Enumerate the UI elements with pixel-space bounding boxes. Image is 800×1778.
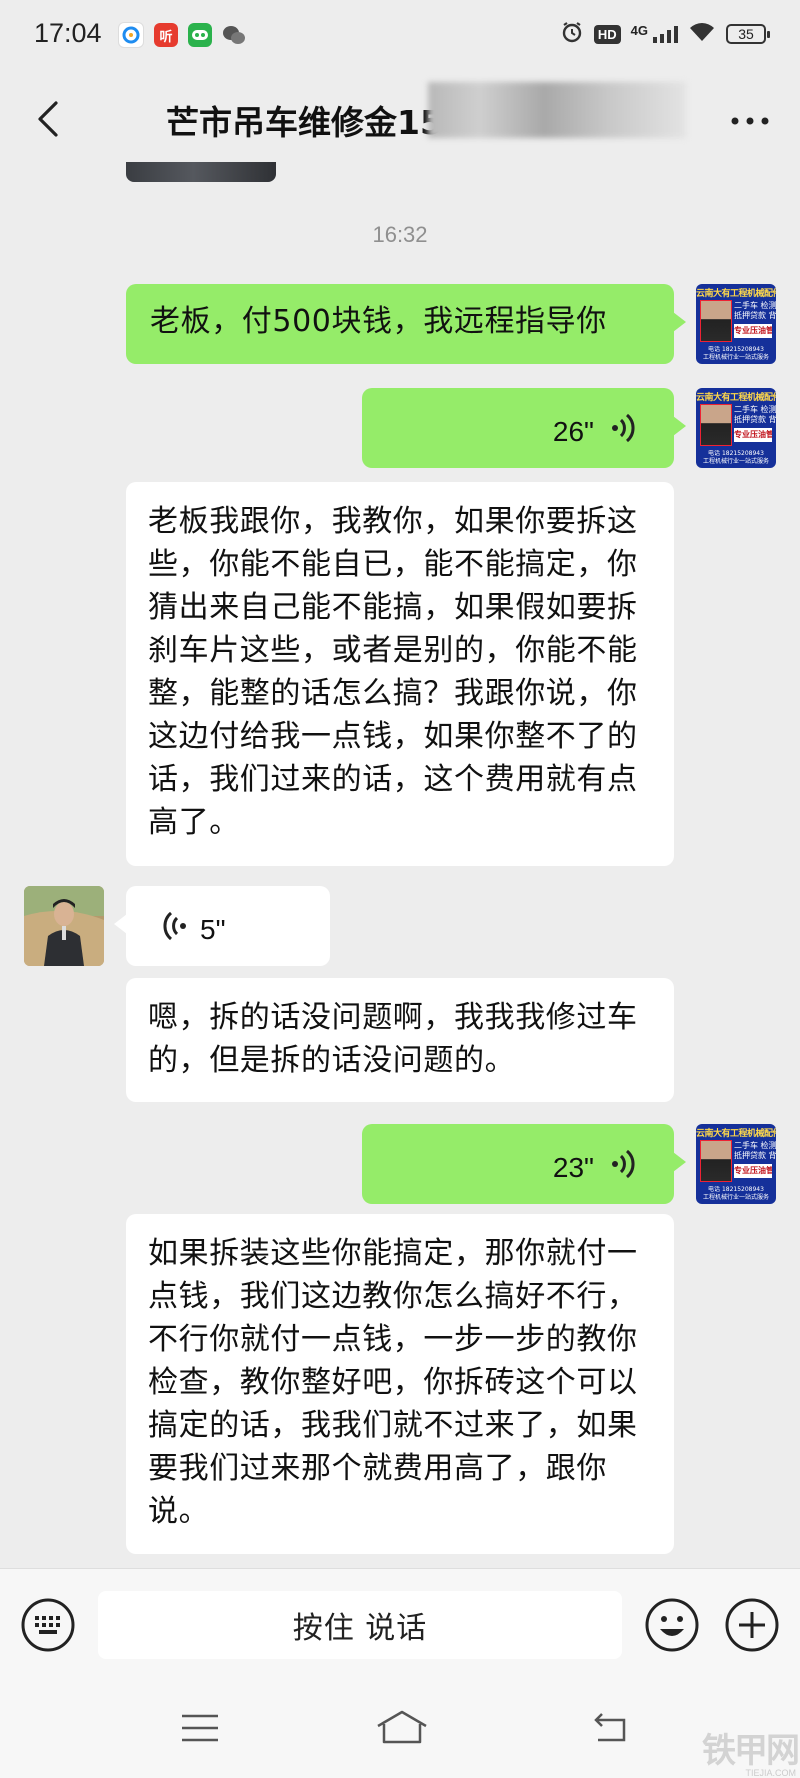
hd-badge: HD (593, 24, 621, 44)
transcript-text: 嗯，拆的话没问题啊，我我我修过车的，但是拆的话没问题的。 (148, 1000, 638, 1078)
my-avatar[interactable]: 云南大有工程机械配件 二手车 检测抵押贷款 背售 专业压油管 电话 182152… (696, 284, 776, 364)
chevron-left-icon (38, 101, 58, 137)
message-bubble[interactable]: 老板，付500块钱，我远程指导你 (126, 284, 686, 364)
back-arrow-icon (594, 1713, 626, 1742)
cellular-signal-icon: 4G (631, 24, 678, 44)
system-status-icons: HD 4G 35 (560, 20, 770, 48)
voice-wave-icon (163, 911, 186, 941)
keyboard-icon (21, 1598, 75, 1652)
chat-title: 芒市吊车维修金15 (166, 103, 443, 142)
voice-wave-icon (612, 1149, 635, 1179)
recent-apps-button[interactable] (176, 1704, 224, 1752)
message-text: 老板，付500块钱，我远程指导你 (150, 304, 607, 339)
back-nav-button[interactable] (586, 1704, 634, 1752)
menu-lines-icon (182, 1714, 218, 1742)
avatar-photo (700, 404, 732, 446)
hold-to-talk-button[interactable]: 按住 说话 (98, 1591, 622, 1659)
more-actions-button[interactable] (724, 1597, 780, 1653)
voice-duration: 5" (200, 914, 226, 945)
chat-header: 芒市吊车维修金15 (0, 76, 800, 162)
network-type: 4G (630, 23, 648, 38)
transcript-text: 如果拆装这些你能搞定，那你就付一点钱，我们这边教你怎么搞好不行，不行你就付一点钱… (148, 1236, 638, 1529)
game-app-icon (188, 23, 212, 47)
more-button[interactable] (728, 106, 772, 136)
wifi-icon (688, 21, 716, 47)
voice-message-bubble[interactable]: 5" (114, 886, 330, 966)
watermark-logo: 铁甲网 (702, 1731, 800, 1771)
voice-transcript-bubble[interactable]: 如果拆装这些你能搞定，那你就付一点钱，我们这边教你怎么搞好不行，不行你就付一点钱… (126, 1214, 674, 1554)
contact-photo (24, 886, 104, 966)
wechat-icon (222, 23, 246, 47)
system-navigation-bar: 铁甲网 TIEJIA.COM (0, 1682, 800, 1778)
notification-icons: 听 (118, 22, 246, 48)
voice-message-bubble[interactable]: 23" (362, 1124, 686, 1204)
avatar-banner: 云南大有工程机械配件 二手车 检测抵押贷款 背售 专业压油管 电话 182152… (696, 388, 776, 468)
home-icon (377, 1710, 427, 1744)
back-button[interactable] (26, 94, 70, 144)
contact-avatar[interactable] (24, 886, 104, 966)
battery-indicator: 35 (726, 24, 770, 44)
avatar-banner: 云南大有工程机械配件 二手车 检测抵押贷款 背售 专业压油管 电话 182152… (696, 284, 776, 364)
emoji-button[interactable] (644, 1597, 700, 1653)
more-dots-icon (731, 117, 769, 125)
my-avatar[interactable]: 云南大有工程机械配件 二手车 检测抵押贷款 背售 专业压油管 电话 182152… (696, 388, 776, 468)
alarm-icon (560, 20, 584, 48)
voice-message-bubble[interactable]: 26" (362, 388, 686, 468)
chat-area[interactable]: 16:32 云南大有工程机械配件 二手车 检测抵押贷款 背售 专业压油管 电话 … (0, 142, 800, 1568)
redacted-blur (428, 82, 686, 138)
plus-icon (725, 1598, 779, 1652)
my-avatar[interactable]: 云南大有工程机械配件 二手车 检测抵押贷款 背售 专业压油管 电话 182152… (696, 1124, 776, 1204)
qq-browser-icon (118, 22, 144, 48)
status-bar: 17:04 听 HD 4G 35 (0, 0, 800, 76)
message-timestamp: 16:32 (372, 222, 428, 247)
voice-transcript-bubble[interactable]: 嗯，拆的话没问题啊，我我我修过车的，但是拆的话没问题的。 (126, 978, 674, 1102)
avatar-banner: 云南大有工程机械配件 二手车 检测抵押贷款 背售 专业压油管 电话 182152… (696, 1124, 776, 1204)
home-button[interactable] (374, 1704, 430, 1752)
voice-duration: 23" (552, 1152, 594, 1183)
status-time: 17:04 (34, 18, 102, 48)
voice-duration: 26" (552, 416, 594, 447)
voice-wave-icon (612, 413, 635, 443)
emoji-icon (645, 1598, 699, 1652)
listen-app-icon: 听 (154, 23, 178, 47)
transcript-text: 老板我跟你，我教你，如果你要拆这些，你能不能自已，能不能搞定，你猜出来自己能不能… (148, 504, 638, 840)
avatar-photo (700, 300, 732, 342)
voice-transcript-bubble[interactable]: 老板我跟你，我教你，如果你要拆这些，你能不能自已，能不能搞定，你猜出来自己能不能… (126, 482, 674, 866)
avatar-photo (700, 1140, 732, 1182)
input-bar: 按住 说话 (0, 1568, 800, 1683)
watermark-sub: TIEJIA.COM (745, 1768, 796, 1778)
keyboard-toggle-button[interactable] (20, 1597, 76, 1653)
